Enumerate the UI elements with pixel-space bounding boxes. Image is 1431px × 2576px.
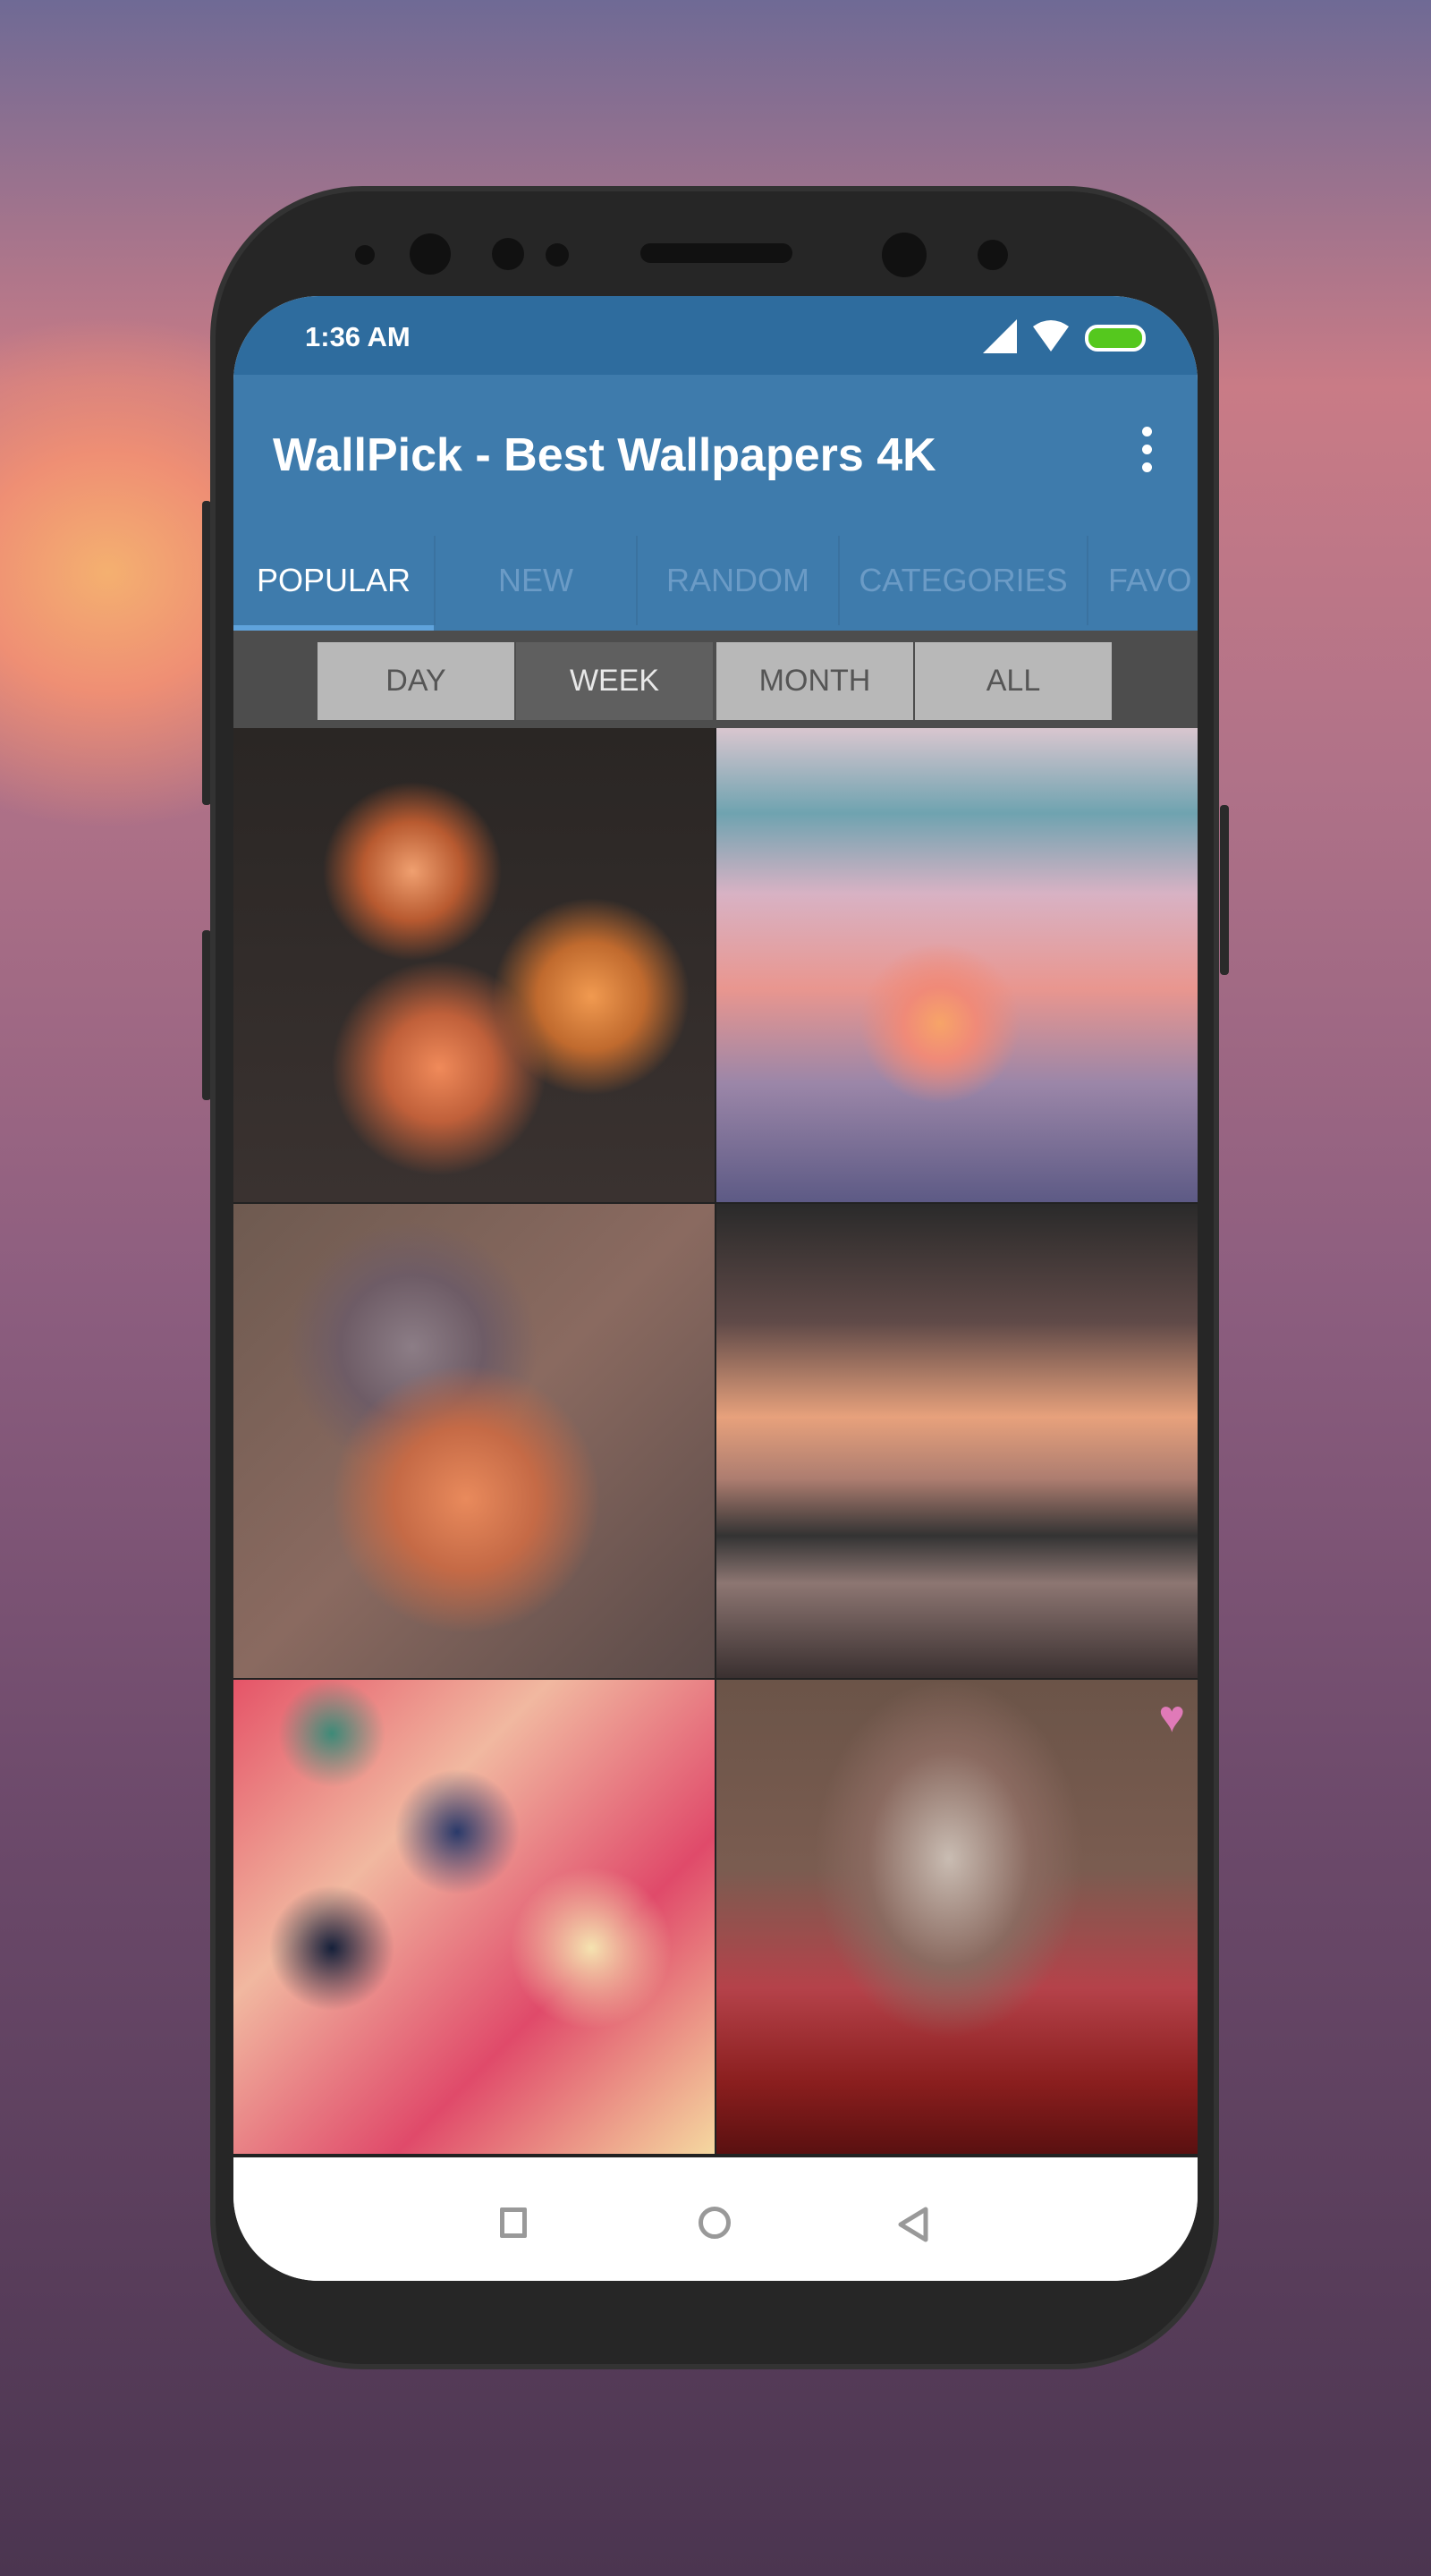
navigation-bar (233, 2165, 1198, 2281)
tab-random[interactable]: RANDOM (636, 536, 838, 625)
tab-new[interactable]: NEW (434, 536, 636, 625)
speaker-grille (640, 243, 792, 263)
wifi-icon (1033, 320, 1069, 352)
wallpaper-neon-popsicle[interactable]: ♥ (716, 1680, 1198, 2154)
sensor-icon (978, 240, 1008, 270)
tab-favorites[interactable]: FAVO (1087, 536, 1198, 625)
recents-icon[interactable] (500, 2207, 527, 2238)
sensor-icon (355, 245, 375, 265)
power-button (1220, 805, 1229, 975)
status-time: 1:36 AM (305, 321, 411, 352)
wallpaper-autumn-leaves[interactable] (233, 1204, 715, 1678)
home-icon[interactable] (699, 2207, 731, 2239)
sensor-icon (546, 243, 569, 267)
tab-popular[interactable]: POPULAR (233, 536, 434, 625)
sensor-icon (492, 238, 524, 270)
period-filter-bar: DAY WEEK MONTH ALL (233, 631, 1198, 728)
wallpaper-palm-sunset[interactable] (716, 1204, 1198, 1678)
camera-icon (410, 233, 451, 275)
tab-bar: POPULAR NEW RANDOM CATEGORIES FAVO (233, 536, 1198, 631)
filter-week[interactable]: WEEK (516, 642, 713, 720)
wallpaper-balloons[interactable] (233, 1680, 715, 2154)
heart-icon[interactable]: ♥ (1158, 1690, 1185, 1742)
filter-day[interactable]: DAY (318, 642, 514, 720)
filter-all[interactable]: ALL (915, 642, 1112, 720)
more-vert-icon[interactable] (1142, 427, 1153, 480)
app-title: WallPick - Best Wallpapers 4K (273, 429, 936, 481)
wallpaper-sunset-grass[interactable] (716, 728, 1198, 1202)
filter-month[interactable]: MONTH (716, 642, 913, 720)
status-bar: 1:36 AM (233, 296, 1198, 375)
signal-icon (983, 319, 1017, 353)
wallpaper-grid: ♥ (233, 728, 1198, 2157)
app-bar: WallPick - Best Wallpapers 4K POPULAR NE… (233, 375, 1198, 631)
tab-categories[interactable]: CATEGORIES (838, 536, 1087, 625)
back-icon[interactable] (897, 2207, 929, 2242)
camera-icon (882, 233, 927, 277)
screen: 1:36 AM WallPick - Best Wallpapers 4K PO… (233, 296, 1198, 2281)
battery-icon (1085, 325, 1146, 352)
wallpaper-orange-daisies[interactable] (233, 728, 715, 1202)
